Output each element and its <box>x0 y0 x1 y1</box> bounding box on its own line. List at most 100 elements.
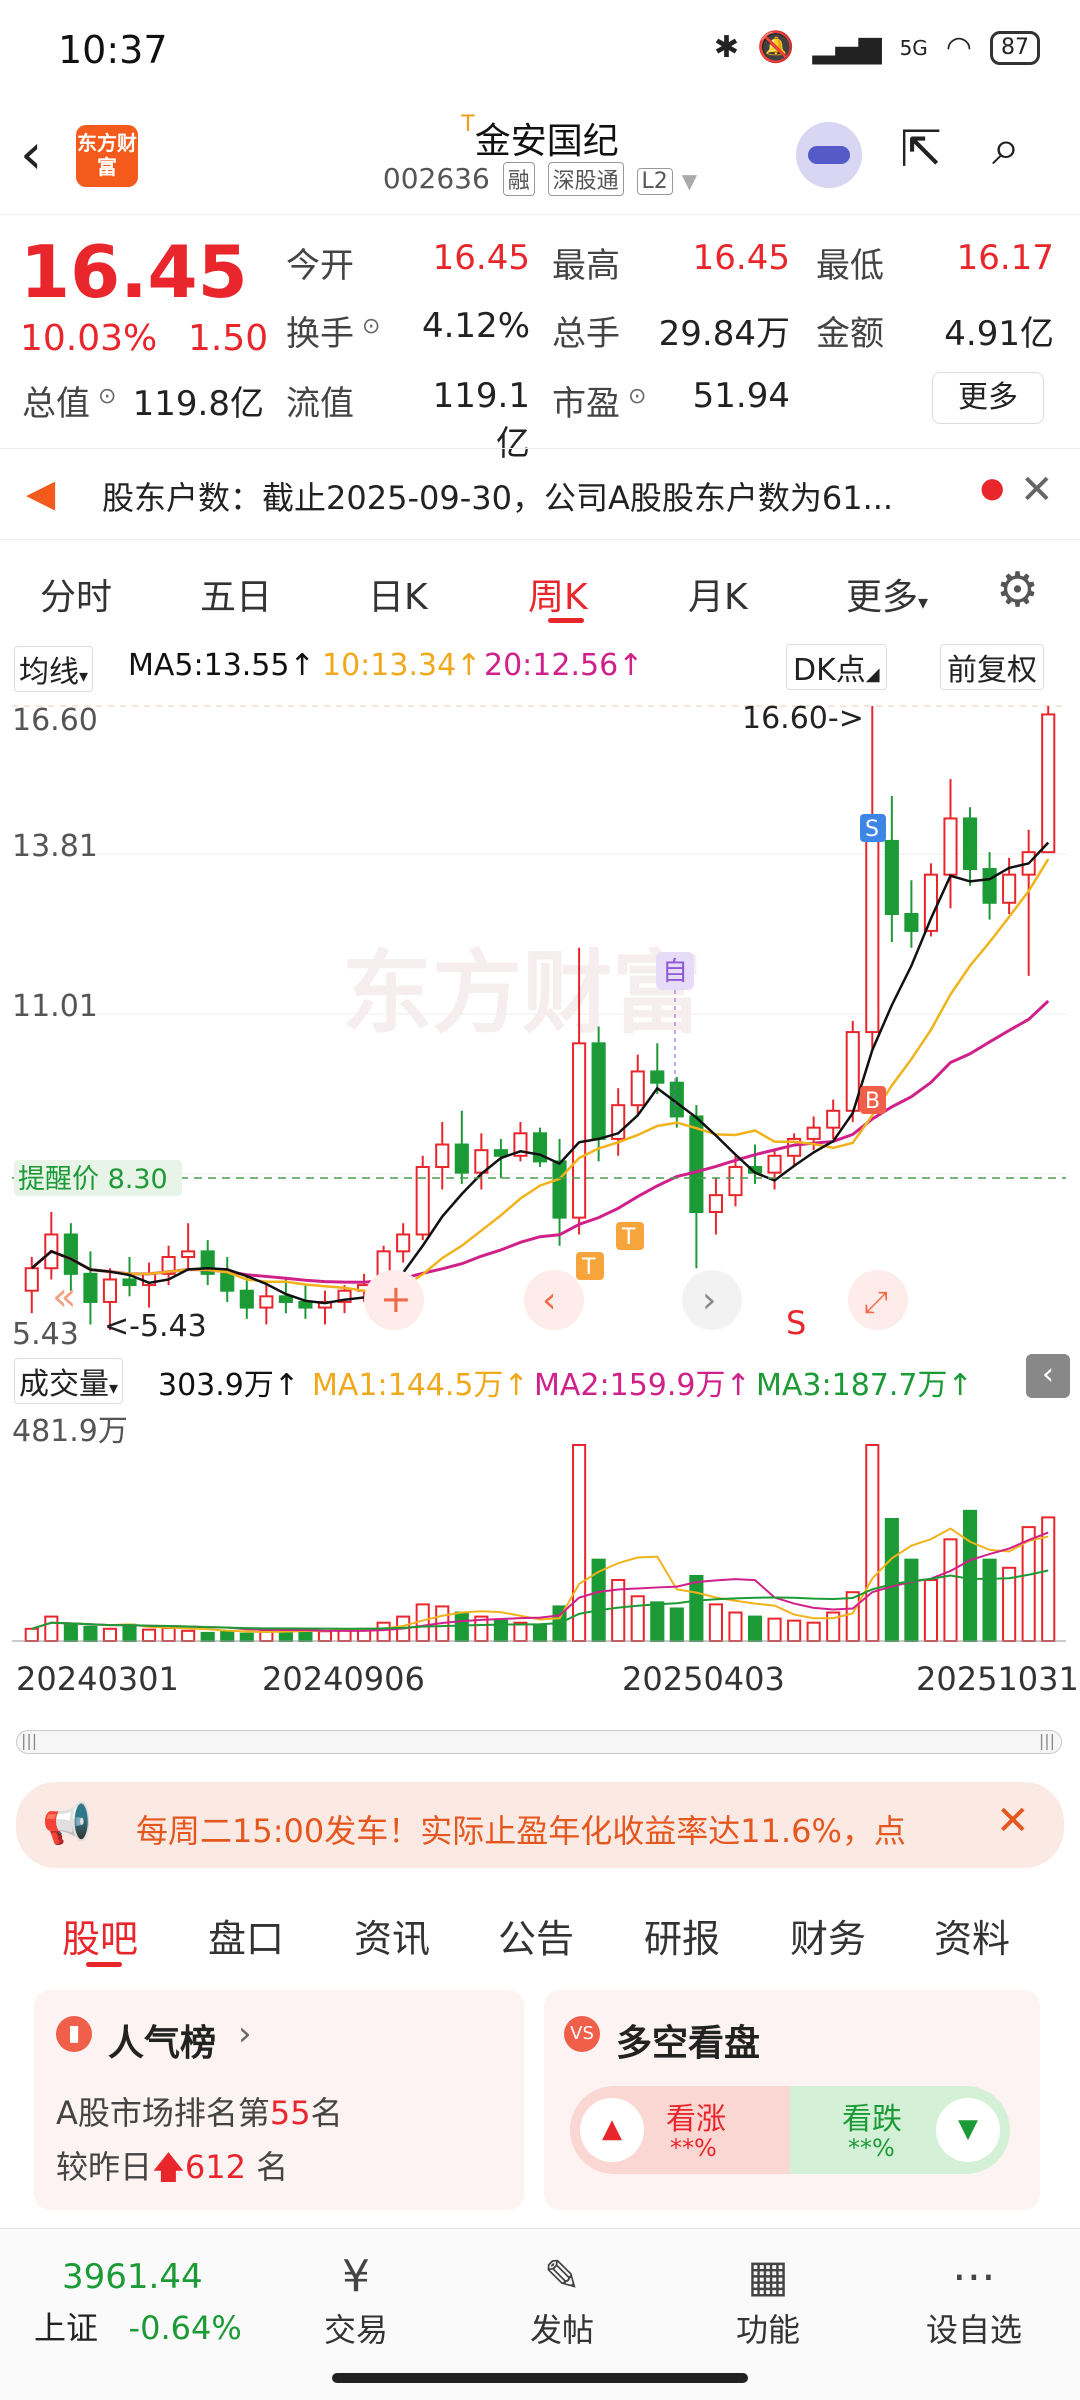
chart-bar-icon: ▮ <box>56 2016 92 2052</box>
vs-icon: VS <box>564 2016 600 2052</box>
tab-more[interactable]: 更多▾ <box>846 568 928 620</box>
popularity-title: 人气榜 <box>108 2023 217 2064</box>
rewind-icon: « <box>52 1274 76 1320</box>
volume-value: 29.84万 <box>658 314 790 354</box>
tab-finance[interactable]: 财务 <box>790 1908 866 1963</box>
index-row: 上证 -0.64% <box>34 2309 242 2347</box>
sell-marker: S <box>865 817 879 842</box>
volume-bar <box>650 1601 665 1643</box>
turnover-value: 4.12% <box>421 306 530 346</box>
close-icon[interactable]: ✕ <box>1020 467 1054 513</box>
volume-bar <box>24 1627 39 1642</box>
more-button[interactable]: 更多 <box>932 372 1044 424</box>
date-label: 20251031 <box>916 1660 1079 1698</box>
bearish-button[interactable]: 看跌 **% ▼ <box>790 2086 1010 2174</box>
unread-dot: ● <box>980 471 1005 504</box>
candle <box>298 1300 313 1309</box>
volume-bar <box>376 1621 391 1643</box>
settings-icon[interactable]: ⚙ <box>996 562 1039 618</box>
down-arrow-icon: ▼ <box>936 2098 1000 2162</box>
candle <box>943 817 958 876</box>
share-icon[interactable]: ⇱ <box>900 120 942 178</box>
low-value: 16.17 <box>956 238 1054 278</box>
candle <box>826 1109 841 1129</box>
tab-intraday[interactable]: 分时 <box>40 568 112 620</box>
bearish-pct: **% <box>848 2134 895 2162</box>
tab-monthly[interactable]: 月K <box>688 568 748 620</box>
ma-selector[interactable]: 均线▾ <box>14 646 94 692</box>
promo-text: 每周二15:00发车！实际止盈年化收益率达11.6%，点 <box>136 1812 906 1850</box>
candle <box>728 1166 743 1197</box>
stock-header: ‹ 东方财富 T金安国纪 002636 融 深股通 L2 ▼ ⇱ ⌕ <box>0 100 1080 215</box>
volume-bar <box>962 1509 978 1643</box>
search-icon[interactable]: ⌕ <box>992 118 1020 177</box>
notice-bar[interactable]: ◀ 股东户数：截止2025-09-30，公司A股股东户数为61... ● ✕ <box>0 448 1080 540</box>
candle <box>982 868 997 904</box>
volume-bar <box>708 1603 723 1643</box>
volume-chart[interactable]: 481.9万 <box>12 1405 1066 1643</box>
tab-announcement[interactable]: 公告 <box>498 1908 574 1963</box>
info-icon[interactable]: ⊙ <box>98 384 116 409</box>
volume-bar <box>161 1626 176 1642</box>
volume-bar <box>767 1617 782 1643</box>
volume-bar <box>122 1623 137 1642</box>
volume-bar <box>630 1595 645 1642</box>
index-widget[interactable]: 3961.44 上证 -0.64% <box>34 2257 274 2349</box>
tab-five-day[interactable]: 五日 <box>200 568 272 620</box>
dk-selector[interactable]: DK点◢ <box>786 644 887 690</box>
tab-profile[interactable]: 资料 <box>934 1908 1010 1963</box>
candle <box>904 913 919 932</box>
nav-add-watchlist[interactable]: ⋯ 设自选 <box>914 2249 1034 2351</box>
robot-avatar-icon[interactable] <box>796 122 862 188</box>
volume-selector[interactable]: 成交量▾ <box>14 1358 124 1404</box>
info-icon[interactable]: ⊙ <box>628 384 646 409</box>
volume-bar <box>728 1611 743 1642</box>
kline-chart[interactable]: 东方财富 提醒价 8.30 16.60 13.81 11.01 5.43 16.… <box>12 694 1066 1348</box>
nav-functions[interactable]: ▦ 功能 <box>708 2249 828 2351</box>
nav-trade[interactable]: ¥ 交易 <box>296 2249 416 2351</box>
edit-icon: ✎ <box>543 2251 581 2302</box>
candle <box>1041 713 1056 854</box>
tab-news[interactable]: 资讯 <box>354 1908 430 1963</box>
period-tabs: 分时 五日 日K 周K 月K 更多▾ ⚙ <box>0 548 1080 638</box>
popularity-card[interactable]: ▮ 人气榜 › A股市场排名第55名 较昨日🡅612 名 <box>34 1990 524 2210</box>
tag-margin: 融 <box>502 162 535 196</box>
tab-orderbook[interactable]: 盘口 <box>208 1908 284 1963</box>
volume-max-label: 481.9万 <box>12 1414 128 1449</box>
t-marker: T <box>621 1225 636 1250</box>
nav-post[interactable]: ✎ 发帖 <box>502 2249 622 2351</box>
yen-icon: ¥ <box>342 2251 370 2302</box>
active-tab-underline <box>86 1962 122 1967</box>
candle <box>708 1194 723 1213</box>
info-icon[interactable]: ⊙ <box>362 314 380 339</box>
bullish-button[interactable]: ▲ 看涨 **% <box>570 2086 790 2174</box>
tab-weekly[interactable]: 周K <box>528 568 588 620</box>
promo-banner[interactable]: 📢 每周二15:00发车！实际止盈年化收益率达11.6%，点 ✕ <box>16 1782 1064 1868</box>
clock: 10:37 <box>58 28 168 72</box>
chevron-right-icon: › <box>238 2014 252 2054</box>
volume-ma2: MA2:159.9万↑ <box>534 1368 751 1403</box>
candle <box>1002 873 1017 904</box>
home-indicator <box>332 2373 748 2383</box>
candle <box>630 1070 645 1107</box>
volume-bar <box>532 1623 548 1642</box>
scroll-handle-right[interactable]: ||| <box>1039 1731 1055 1750</box>
change-value: 1.50 <box>188 318 269 359</box>
chart-scrollbar[interactable]: ||| ||| <box>16 1730 1062 1754</box>
candle <box>806 1126 821 1140</box>
scroll-left-icon: ‹ <box>542 1280 556 1321</box>
scroll-handle-left[interactable]: ||| <box>21 1731 37 1750</box>
adjust-selector[interactable]: 前复权 <box>940 644 1044 690</box>
candle <box>181 1250 196 1258</box>
close-icon[interactable]: ✕ <box>996 1798 1030 1844</box>
tab-research[interactable]: 研报 <box>644 1908 720 1963</box>
speaker-icon: ◀ <box>26 471 56 515</box>
volume-bar <box>806 1621 821 1643</box>
tab-daily[interactable]: 日K <box>368 568 428 620</box>
long-short-card[interactable]: VS 多空看盘 ▲ 看涨 **% 看跌 **% ▼ <box>544 1990 1040 2210</box>
y-label-3: 11.01 <box>12 989 98 1024</box>
ma10-value: 10:13.34↑ <box>322 648 482 683</box>
collapse-panel-icon[interactable]: ‹ <box>1026 1354 1070 1398</box>
volume-bar <box>63 1623 78 1642</box>
tab-forum[interactable]: 股吧 <box>62 1908 138 1963</box>
